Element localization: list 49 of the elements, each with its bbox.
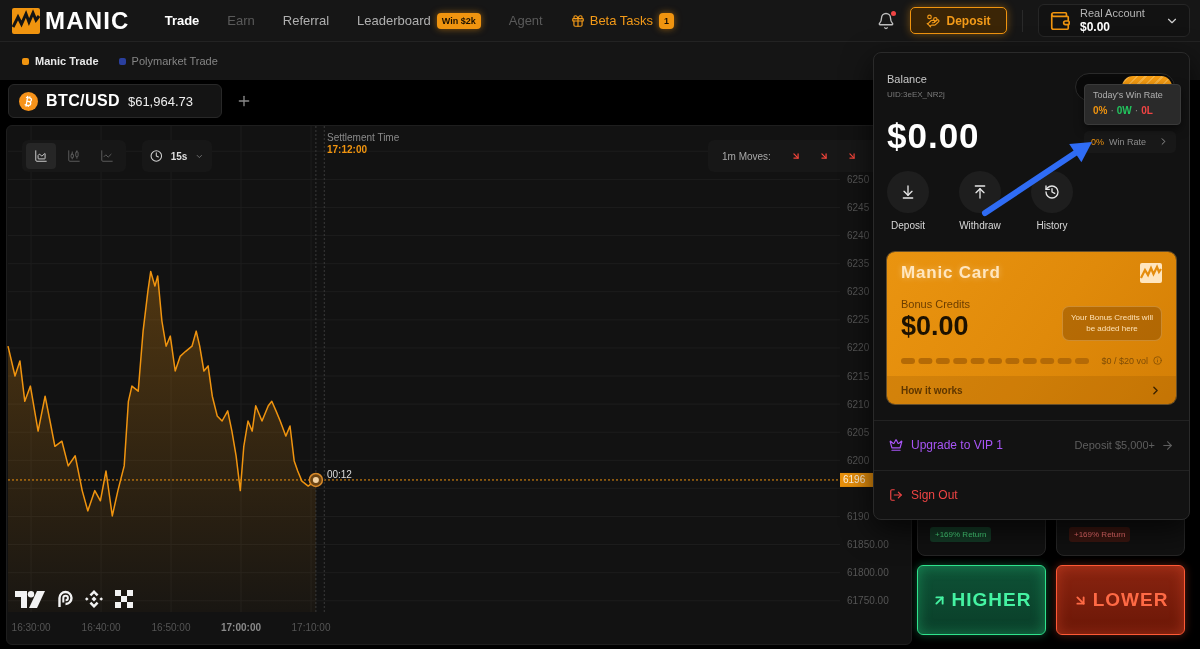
return-badge: +169% Return xyxy=(1069,527,1131,542)
separator-dot: · xyxy=(1133,105,1140,117)
time-axis-label: 17:00:00 xyxy=(221,622,262,633)
price-axis-label: 6200 xyxy=(847,454,870,466)
win-rate-stat: 0W xyxy=(1116,105,1132,117)
settlement-time: 17:12:00 xyxy=(327,144,369,155)
time-axis-label: 16:30:00 xyxy=(11,622,51,633)
price-axis-label: 6235 xyxy=(847,258,870,270)
win-rate-stat: 0L xyxy=(1141,105,1153,117)
uid-text: UID:3eEX_NR2j xyxy=(887,90,945,100)
win-rate-stat: 0% xyxy=(1093,105,1108,117)
progress-reading: $0 / $20 vol xyxy=(1101,355,1148,366)
price-axis-label: 6250 xyxy=(847,173,870,185)
settlement-label: Settlement Time xyxy=(327,132,400,143)
bonus-note: Your Bonus Credits will be added here xyxy=(1062,305,1162,341)
price-axis-label: 6215 xyxy=(847,370,870,382)
card-title: Manic Card xyxy=(901,262,1001,283)
balance-amount: $0.00 xyxy=(887,116,980,155)
ticker-symbol: BTC/USD xyxy=(46,92,120,110)
deposit-hint: Deposit $5,000+ xyxy=(1074,439,1155,452)
nav-badge: 1 xyxy=(659,12,675,29)
price-axis-label: 61750.00 xyxy=(847,595,889,607)
price-axis-label: 6220 xyxy=(847,342,870,354)
price-axis-label: 6205 xyxy=(847,426,870,438)
price-axis-label: 6240 xyxy=(847,230,870,242)
current-price-tag: 6196 xyxy=(840,472,873,487)
price-axis-label: 61800.00 xyxy=(847,567,889,579)
price-axis-label: 6230 xyxy=(847,286,870,298)
logo-text: MANIC xyxy=(45,8,130,33)
price-axis-label: 6225 xyxy=(847,314,870,326)
tooltip-title: Today's Win Rate xyxy=(1093,90,1164,101)
time-axis-label: 16:50:00 xyxy=(151,622,191,633)
price-axis-label: 6210 xyxy=(847,398,870,410)
price-axis-label: 6190 xyxy=(847,511,870,522)
nav-badge: Win $2k xyxy=(436,12,481,29)
countdown-label: 00:12 xyxy=(326,468,352,480)
price-axis-label: 61850.00 xyxy=(847,539,889,551)
account-balance: $0.00 xyxy=(1080,19,1112,35)
bonus-label: Bonus Credits xyxy=(901,297,971,311)
balance-label: Balance xyxy=(887,73,928,86)
bonus-amount: $0.00 xyxy=(901,310,970,341)
ticker-price: $61,964.73 xyxy=(127,93,193,109)
price-axis-label: 6245 xyxy=(847,201,870,213)
moves-label: 1m Moves: xyxy=(722,150,771,162)
return-badge: +169% Return xyxy=(930,527,992,542)
time-axis-label: 16:40:00 xyxy=(81,622,121,633)
time-axis-label: 17:10:00 xyxy=(291,622,331,633)
separator-dot: · xyxy=(1109,105,1115,117)
account-type: Real Account xyxy=(1080,6,1146,20)
